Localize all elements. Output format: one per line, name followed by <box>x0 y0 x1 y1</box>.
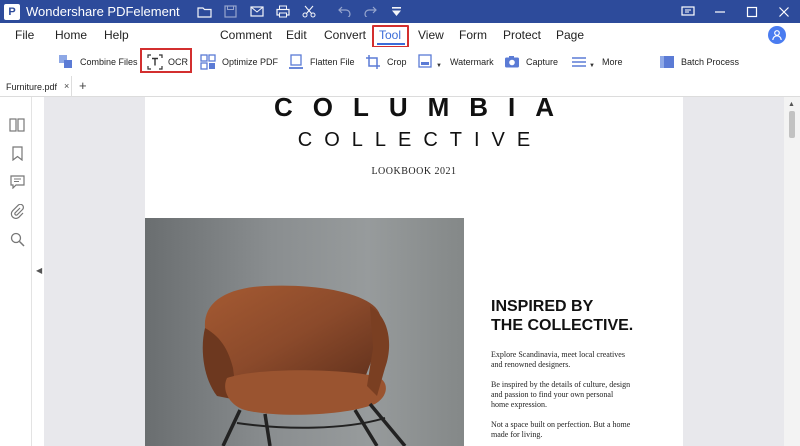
optimize-pdf-button[interactable]: Optimize PDF <box>200 52 278 72</box>
heading-line2: THE COLLECTIVE. <box>491 317 634 334</box>
tool-ribbon: Combine Files OCR Optimize PDF Flatten F… <box>0 47 800 76</box>
more-button[interactable]: ▼ More <box>571 52 622 72</box>
app-title: Wondershare PDFelement <box>26 4 180 19</box>
crop-button[interactable]: Crop <box>365 52 407 72</box>
combine-files-button[interactable]: Combine Files <box>58 52 138 72</box>
search-icon[interactable] <box>9 231 25 247</box>
document-tab-bar: Furniture.pdf × + <box>0 76 800 97</box>
combine-files-label: Combine Files <box>80 57 138 67</box>
maximize-button[interactable] <box>736 0 768 23</box>
combine-files-icon <box>58 54 74 70</box>
more-label: More <box>601 57 623 67</box>
heading-line1: INSPIRED BY <box>491 298 594 315</box>
menu-edit[interactable]: Edit <box>286 27 307 45</box>
batch-process-button[interactable]: Batch Process <box>659 52 739 72</box>
watermark-icon <box>418 54 434 70</box>
paragraph-3: Not a space built on perfection. But a h… <box>491 420 631 439</box>
dropdown-icon[interactable] <box>386 3 408 21</box>
document-tab-label: Furniture.pdf <box>6 81 58 92</box>
ocr-highlight <box>140 48 192 73</box>
brand-heading-line2: COLLECTIVE <box>297 129 543 151</box>
capture-label: Capture <box>526 57 559 67</box>
chair-illustration <box>145 218 464 446</box>
menu-protect[interactable]: Protect <box>503 27 541 45</box>
vertical-scrollbar[interactable]: ▲ <box>784 97 800 446</box>
paragraph-1: Explore Scandinavia, meet local creative… <box>491 350 625 369</box>
email-icon[interactable] <box>246 3 268 21</box>
flatten-file-icon <box>288 54 304 70</box>
more-dropdown-icon: ▼ <box>589 63 595 69</box>
folder-icon[interactable] <box>194 3 216 21</box>
title-bar: P Wondershare PDFelement <box>0 0 800 23</box>
document-tab[interactable]: Furniture.pdf <box>0 76 72 97</box>
scissors-icon[interactable] <box>298 3 320 21</box>
save-icon[interactable] <box>220 3 242 21</box>
menu-convert[interactable]: Convert <box>324 27 366 45</box>
optimize-pdf-label: Optimize PDF <box>222 57 279 67</box>
left-sidebar <box>0 97 32 446</box>
flatten-file-label: Flatten File <box>310 57 355 67</box>
bookmark-icon[interactable] <box>9 145 25 161</box>
hamburger-icon <box>571 54 587 70</box>
crop-icon <box>365 54 381 70</box>
watermark-dropdown-icon: ▼ <box>436 63 442 69</box>
watermark-label: Watermark <box>449 57 494 67</box>
thumbnails-icon[interactable] <box>9 117 25 133</box>
quick-access-toolbar <box>194 3 412 21</box>
capture-button[interactable]: Capture <box>504 52 558 72</box>
menu-view[interactable]: View <box>418 27 444 45</box>
optimize-pdf-icon <box>200 54 216 70</box>
scrollbar-thumb[interactable] <box>789 111 795 138</box>
app-logo-icon: P <box>4 3 20 20</box>
scroll-up-icon[interactable]: ▲ <box>788 101 795 108</box>
add-tab-icon[interactable]: + <box>79 78 87 93</box>
pdf-page: COLUMBIA COLLECTIVE LOOKBOOK 2021 INSPIR… <box>145 97 683 446</box>
window-controls <box>672 0 800 23</box>
lookbook-subtitle: LOOKBOOK 2021 <box>371 166 457 177</box>
crop-label: Crop <box>387 57 407 67</box>
batch-process-label: Batch Process <box>681 57 740 67</box>
menu-help[interactable]: Help <box>104 27 129 45</box>
camera-icon <box>504 54 520 70</box>
redo-icon[interactable] <box>360 3 382 21</box>
feedback-icon[interactable] <box>672 0 704 23</box>
collapse-left-panel-icon[interactable]: ◀ <box>36 266 42 275</box>
brand-heading-line1: COLUMBIA <box>273 97 575 122</box>
active-tab-indicator <box>377 43 405 45</box>
menu-file[interactable]: File <box>15 27 34 45</box>
menu-home[interactable]: Home <box>55 27 87 45</box>
undo-icon[interactable] <box>334 3 356 21</box>
print-icon[interactable] <box>272 3 294 21</box>
section-heading: INSPIRED BY THE COLLECTIVE. <box>491 297 681 335</box>
comment-icon[interactable] <box>9 174 25 190</box>
close-tab-icon[interactable]: × <box>64 81 69 91</box>
menu-form[interactable]: Form <box>459 27 487 45</box>
paragraph-2: Be inspired by the details of culture, d… <box>491 380 631 409</box>
close-button[interactable] <box>768 0 800 23</box>
minimize-button[interactable] <box>704 0 736 23</box>
attachment-icon[interactable] <box>9 203 25 219</box>
user-avatar-icon[interactable] <box>768 26 786 44</box>
menu-page[interactable]: Page <box>556 27 584 45</box>
batch-process-icon <box>659 54 675 70</box>
chair-photo <box>145 218 464 446</box>
watermark-button[interactable]: ▼ Watermark <box>418 52 494 72</box>
menu-comment[interactable]: Comment <box>220 27 272 45</box>
flatten-file-button[interactable]: Flatten File <box>288 52 355 72</box>
